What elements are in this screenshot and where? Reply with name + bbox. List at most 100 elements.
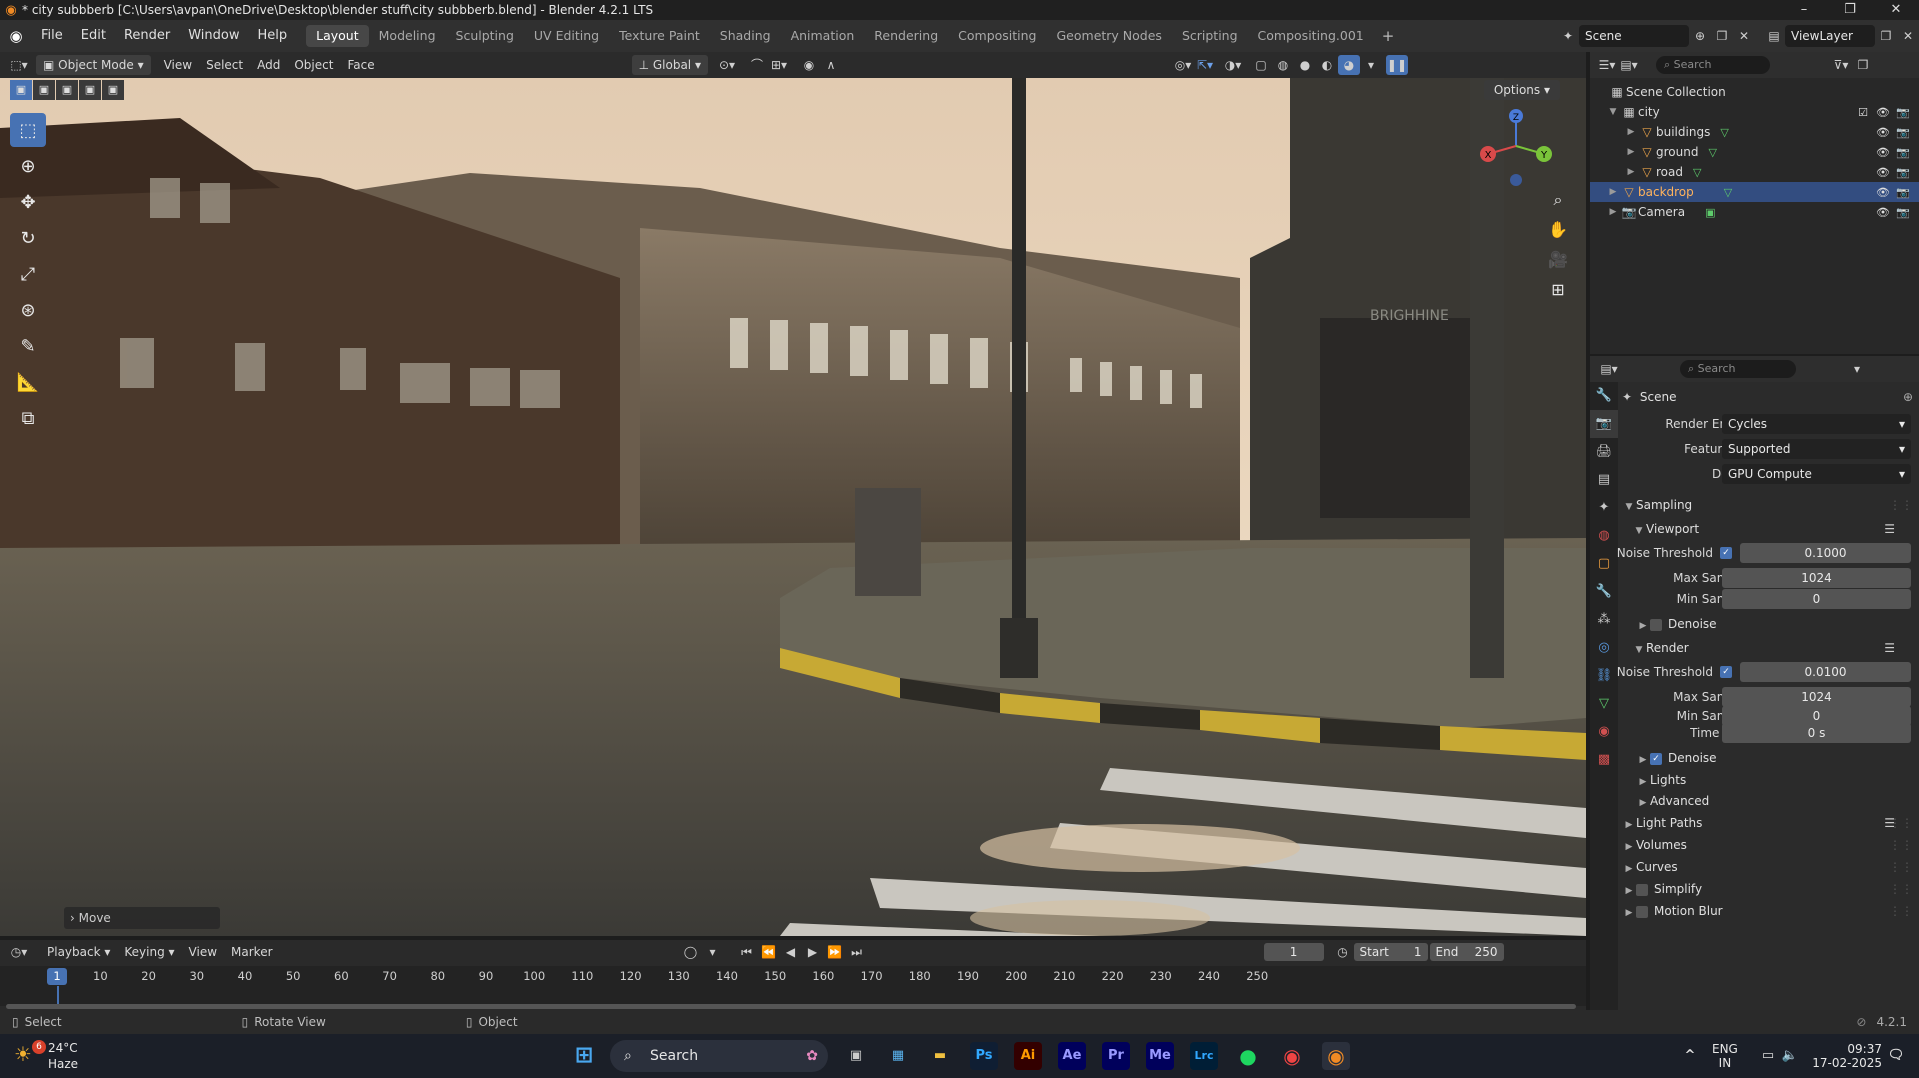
play-icon[interactable]: ▶ [802, 942, 824, 962]
measure-tool-icon[interactable]: 📐 [10, 365, 46, 399]
camera-render-icon[interactable]: 📷 [1893, 186, 1913, 199]
expand-chevron-icon[interactable]: ▶ [1606, 187, 1620, 197]
annotate-tool-icon[interactable]: ✎ [10, 329, 46, 363]
menu-face[interactable]: Face [340, 55, 381, 75]
material-shading-icon[interactable]: ◐ [1316, 55, 1338, 75]
weather-text[interactable]: 24°C Haze [48, 1040, 78, 1072]
zoom-icon[interactable]: ⌕ [1546, 190, 1570, 220]
tree-row-city[interactable]: ▼ ▦ city ☑ 👁 📷 [1590, 102, 1919, 122]
transform-tool-icon[interactable]: ⊛ [10, 293, 46, 327]
cursor-tool-icon[interactable]: ⊕ [10, 149, 46, 183]
advanced-subsection[interactable]: ▶ Advanced [1622, 790, 1919, 812]
snap-icon[interactable]: ⌒ [746, 55, 768, 75]
shading-options-icon[interactable]: ▾ [1360, 55, 1382, 75]
drag-handle-icon[interactable]: ⋮⋮ [1889, 812, 1913, 834]
simplify-checkbox[interactable] [1636, 883, 1648, 896]
eye-icon[interactable]: 👁 [1873, 166, 1893, 179]
menu-keying[interactable]: Keying ▾ [117, 942, 181, 962]
tray-overflow-icon[interactable]: ^ [1676, 1042, 1704, 1070]
timeline-ruler[interactable]: 1 10 20 30 40 50 60 70 80 90 100 110 120 130 140 150 16… [0, 966, 1586, 1006]
outliner-editor-type-icon[interactable]: ☰▾ [1596, 55, 1618, 75]
visibility-icon[interactable]: ◎▾ [1172, 55, 1194, 75]
select-box-tool-icon[interactable]: ⬚ [10, 113, 46, 147]
vp-max-samples-field[interactable]: 1024 [1722, 568, 1911, 588]
navigation-gizmo[interactable]: Z X Y [1476, 106, 1556, 186]
illustrator-icon[interactable]: Ai [1014, 1042, 1042, 1070]
jump-keyframe-forward-icon[interactable]: ⏩ [824, 942, 846, 962]
data-tab-icon[interactable]: ▽ [1590, 690, 1618, 718]
auto-keying-icon[interactable]: ◯ [680, 942, 702, 962]
falloff-icon[interactable]: ∧ [820, 55, 842, 75]
wireframe-shading-icon[interactable]: ◍ [1272, 55, 1294, 75]
time-limit-field[interactable]: 0 s [1722, 723, 1911, 743]
perspective-grid-icon[interactable]: ⊞ [1546, 280, 1570, 310]
move-tool-icon[interactable]: ✥ [10, 185, 46, 219]
filter-icon[interactable]: ⊽▾ [1830, 55, 1852, 75]
close-button[interactable]: ✕ [1873, 0, 1919, 20]
tab-scripting[interactable]: Scripting [1172, 25, 1248, 47]
transform-orientation-dropdown[interactable]: ⊥ Global ▾ [631, 55, 708, 75]
snap-target-icon[interactable]: ⊞▾ [768, 55, 790, 75]
tree-row-ground[interactable]: ▶ ▽ ground ▽ 👁 📷 [1590, 142, 1919, 162]
menu-timeline-view[interactable]: View [182, 942, 224, 962]
eye-icon[interactable]: 👁 [1873, 186, 1893, 199]
curves-section[interactable]: ▶ Curves ⋮⋮ [1622, 856, 1919, 878]
r-denoise-checkbox[interactable]: ✓ [1650, 752, 1662, 765]
render-subsection-header[interactable]: ▼ Render ☰ [1622, 636, 1919, 660]
tab-compositing[interactable]: Compositing [948, 25, 1046, 47]
eye-icon[interactable]: 👁 [1873, 106, 1893, 119]
expand-chevron-icon[interactable]: ▶ [1624, 147, 1638, 157]
windows-start-icon[interactable]: ⊞ [570, 1042, 598, 1070]
eye-icon[interactable]: 👁 [1873, 146, 1893, 159]
tree-row-backdrop[interactable]: ▶ ▽ backdrop ▽ 👁 📷 [1590, 182, 1919, 202]
tool-tab-icon[interactable]: 🔧 [1590, 382, 1618, 410]
overlay-toggle-icon[interactable]: ◑▾ [1222, 55, 1244, 75]
properties-options-icon[interactable]: ▾ [1846, 359, 1868, 379]
blender-taskbar-icon[interactable]: ◉ [1322, 1042, 1350, 1070]
drag-handle-icon[interactable]: ⋮⋮ [1889, 878, 1913, 900]
display-mode-icon[interactable]: ▤▾ [1618, 55, 1640, 75]
proportional-edit-icon[interactable]: ◉ [798, 55, 820, 75]
mesh-data-icon[interactable]: ▽ [1708, 146, 1716, 159]
view-layer-field[interactable]: ViewLayer [1785, 25, 1875, 47]
camera-render-icon[interactable]: 📷 [1893, 126, 1913, 139]
presets-list-icon[interactable]: ☰ [1884, 636, 1895, 660]
notifications-icon[interactable]: 🗨 [1882, 1042, 1910, 1070]
last-operator-panel[interactable]: › Move [64, 907, 220, 929]
timeline-editor-type-icon[interactable]: ◷▾ [8, 942, 30, 962]
vp-denoise-subsection[interactable]: ▶ Denoise [1622, 612, 1919, 636]
tab-texture-paint[interactable]: Texture Paint [609, 25, 710, 47]
drag-handle-icon[interactable]: ⋮⋮ [1889, 900, 1913, 922]
expand-chevron-icon[interactable]: ▶ [1624, 167, 1638, 177]
camera-view-icon[interactable]: 🎥 [1546, 250, 1570, 280]
current-frame-field[interactable]: 1 [1263, 943, 1324, 961]
lights-subsection[interactable]: ▶ Lights [1622, 770, 1919, 790]
camera-render-icon[interactable]: 📷 [1893, 146, 1913, 159]
3d-viewport[interactable]: BRIGHHINE ▣ ▣ ▣ ▣ ▣ ⬚ ⊕ ✥ ↻ ⤢ ⊛ ✎ 📐 ⧉ Op… [0, 78, 1586, 936]
material-tab-icon[interactable]: ◉ [1590, 718, 1618, 746]
scene-tab-icon[interactable]: ✦ [1590, 494, 1618, 522]
object-mode-dropdown[interactable]: ▣ Object Mode ▾ [36, 55, 151, 75]
tree-row-road[interactable]: ▶ ▽ road ▽ 👁 📷 [1590, 162, 1919, 182]
outliner-search-input[interactable]: ⌕ Search [1656, 56, 1770, 74]
select-new-icon[interactable]: ▣ [10, 80, 32, 100]
menu-playback[interactable]: Playback ▾ [40, 942, 117, 962]
keying-set-icon[interactable]: ▾ [702, 942, 724, 962]
r-denoise-subsection[interactable]: ▶ ✓ Denoise [1622, 746, 1919, 770]
menu-file[interactable]: File [32, 20, 72, 52]
mesh-data-icon[interactable]: ▽ [1693, 166, 1701, 179]
camera-data-icon[interactable]: ▣ [1705, 206, 1715, 219]
blender-menu-icon[interactable]: ◉ [0, 27, 32, 45]
tab-compositing-001[interactable]: Compositing.001 [1248, 25, 1374, 47]
presets-list-icon[interactable]: ☰ [1884, 517, 1895, 541]
lightroom-classic-icon[interactable]: Lrc [1190, 1042, 1218, 1070]
tree-row-camera[interactable]: ▶ 📷 Camera ▣ 👁 📷 [1590, 202, 1919, 222]
exclude-checkbox-icon[interactable]: ☑ [1853, 106, 1873, 119]
expand-chevron-icon[interactable]: ▶ [1624, 127, 1638, 137]
gizmo-toggle-icon[interactable]: ⇱▾ [1194, 55, 1216, 75]
tab-shading[interactable]: Shading [710, 25, 781, 47]
r-noise-threshold-field[interactable]: 0.0100 [1740, 662, 1911, 682]
scene-pin-icon[interactable]: ⊕ [1689, 26, 1711, 46]
taskbar-search-box[interactable]: ⌕ Search ✿ [610, 1040, 828, 1072]
add-cube-tool-icon[interactable]: ⧉ [10, 401, 46, 435]
